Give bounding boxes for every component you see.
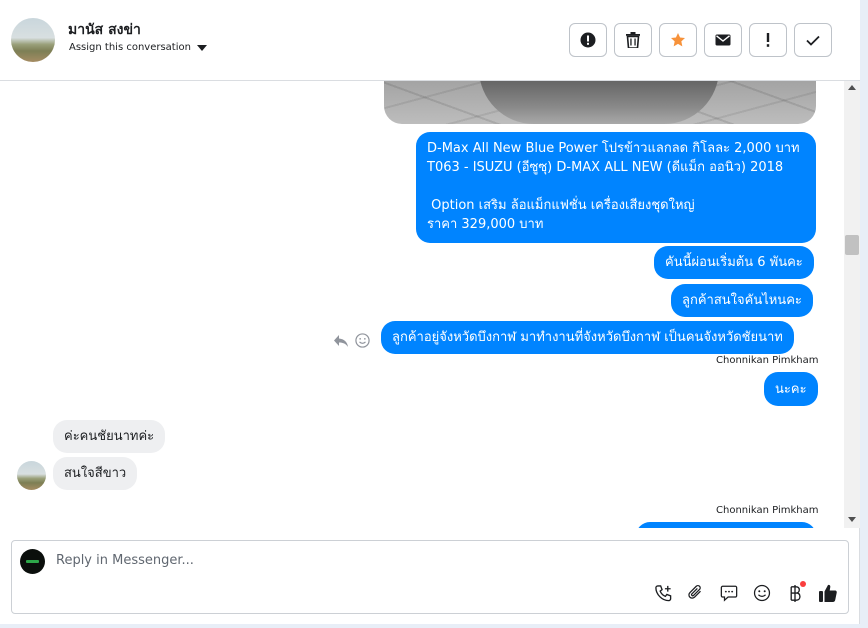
reply-icon[interactable] bbox=[333, 334, 349, 348]
emoji-icon bbox=[753, 584, 771, 602]
emoji-button[interactable] bbox=[752, 583, 772, 603]
react-emoji-icon[interactable] bbox=[355, 333, 370, 348]
follow-up-button[interactable] bbox=[749, 23, 787, 57]
thumbs-up-icon bbox=[819, 584, 837, 602]
outgoing-message-partial[interactable] bbox=[636, 522, 816, 528]
outgoing-message[interactable]: ลูกค้าสนใจคันไหนคะ bbox=[671, 284, 813, 317]
image-content bbox=[479, 81, 719, 124]
outgoing-message[interactable]: D-Max All New Blue Power โปรข้าวแลกลด กิ… bbox=[416, 132, 816, 243]
page-avatar bbox=[20, 549, 45, 574]
sender-name: Chonnikan Pimkham bbox=[716, 355, 819, 366]
paperclip-icon bbox=[688, 584, 701, 599]
message-hover-tools bbox=[333, 333, 370, 348]
contact-avatar[interactable] bbox=[11, 18, 55, 62]
star-icon bbox=[671, 33, 685, 47]
composer-tools bbox=[653, 581, 838, 603]
mark-spam-button[interactable] bbox=[569, 23, 607, 57]
alert-circle-icon bbox=[580, 32, 596, 48]
reply-input[interactable] bbox=[56, 553, 756, 568]
incoming-message[interactable]: ค่ะคนชัยนาทค่ะ bbox=[53, 420, 166, 453]
mark-done-button[interactable] bbox=[794, 23, 832, 57]
check-icon bbox=[806, 35, 820, 46]
trash-icon bbox=[626, 32, 640, 48]
scroll-up-arrow-icon[interactable] bbox=[848, 85, 856, 90]
contact-name[interactable]: มานัส สงข่า bbox=[68, 19, 141, 41]
saved-reply-icon bbox=[720, 585, 738, 602]
notification-dot bbox=[800, 581, 806, 587]
assign-conversation-dropdown[interactable]: Assign this conversation bbox=[69, 42, 207, 53]
scroll-thumb[interactable] bbox=[845, 235, 859, 255]
outgoing-message[interactable]: คันนี้ผ่อนเริ่มต้น 6 พันคะ bbox=[654, 246, 814, 279]
image-attachment[interactable] bbox=[384, 81, 816, 124]
mark-unread-button[interactable] bbox=[704, 23, 742, 57]
call-button[interactable] bbox=[653, 583, 673, 603]
envelope-icon bbox=[715, 34, 731, 46]
reply-composer bbox=[11, 540, 849, 614]
conversation-window: มานัส สงข่า Assign this conversation D-M… bbox=[0, 0, 860, 624]
assign-label: Assign this conversation bbox=[69, 42, 191, 53]
outgoing-message[interactable]: นะคะ bbox=[764, 372, 818, 406]
delete-button[interactable] bbox=[614, 23, 652, 57]
message-scrollbar[interactable] bbox=[844, 81, 860, 528]
exclamation-icon bbox=[766, 33, 770, 47]
header-actions bbox=[569, 23, 832, 57]
phone-add-icon bbox=[654, 584, 671, 601]
sender-name: Chonnikan Pimkham bbox=[716, 505, 819, 516]
incoming-message[interactable]: สนใจสีขาว bbox=[53, 457, 138, 490]
star-button[interactable] bbox=[659, 23, 697, 57]
outgoing-message[interactable]: ลูกค้าอยู่จังหวัดบึงกาฬ มาทำงานที่จังหวั… bbox=[381, 321, 794, 354]
payment-button[interactable] bbox=[785, 581, 806, 603]
caret-down-icon bbox=[196, 44, 207, 51]
message-thread[interactable]: D-Max All New Blue Power โปรข้าวแลกลด กิ… bbox=[0, 81, 844, 528]
attach-button[interactable] bbox=[686, 583, 706, 603]
contact-avatar-small[interactable] bbox=[17, 461, 46, 490]
saved-replies-button[interactable] bbox=[719, 583, 739, 603]
like-button[interactable] bbox=[818, 583, 838, 603]
conversation-header: มานัส สงข่า Assign this conversation bbox=[0, 0, 860, 81]
scroll-down-arrow-icon[interactable] bbox=[848, 517, 856, 522]
